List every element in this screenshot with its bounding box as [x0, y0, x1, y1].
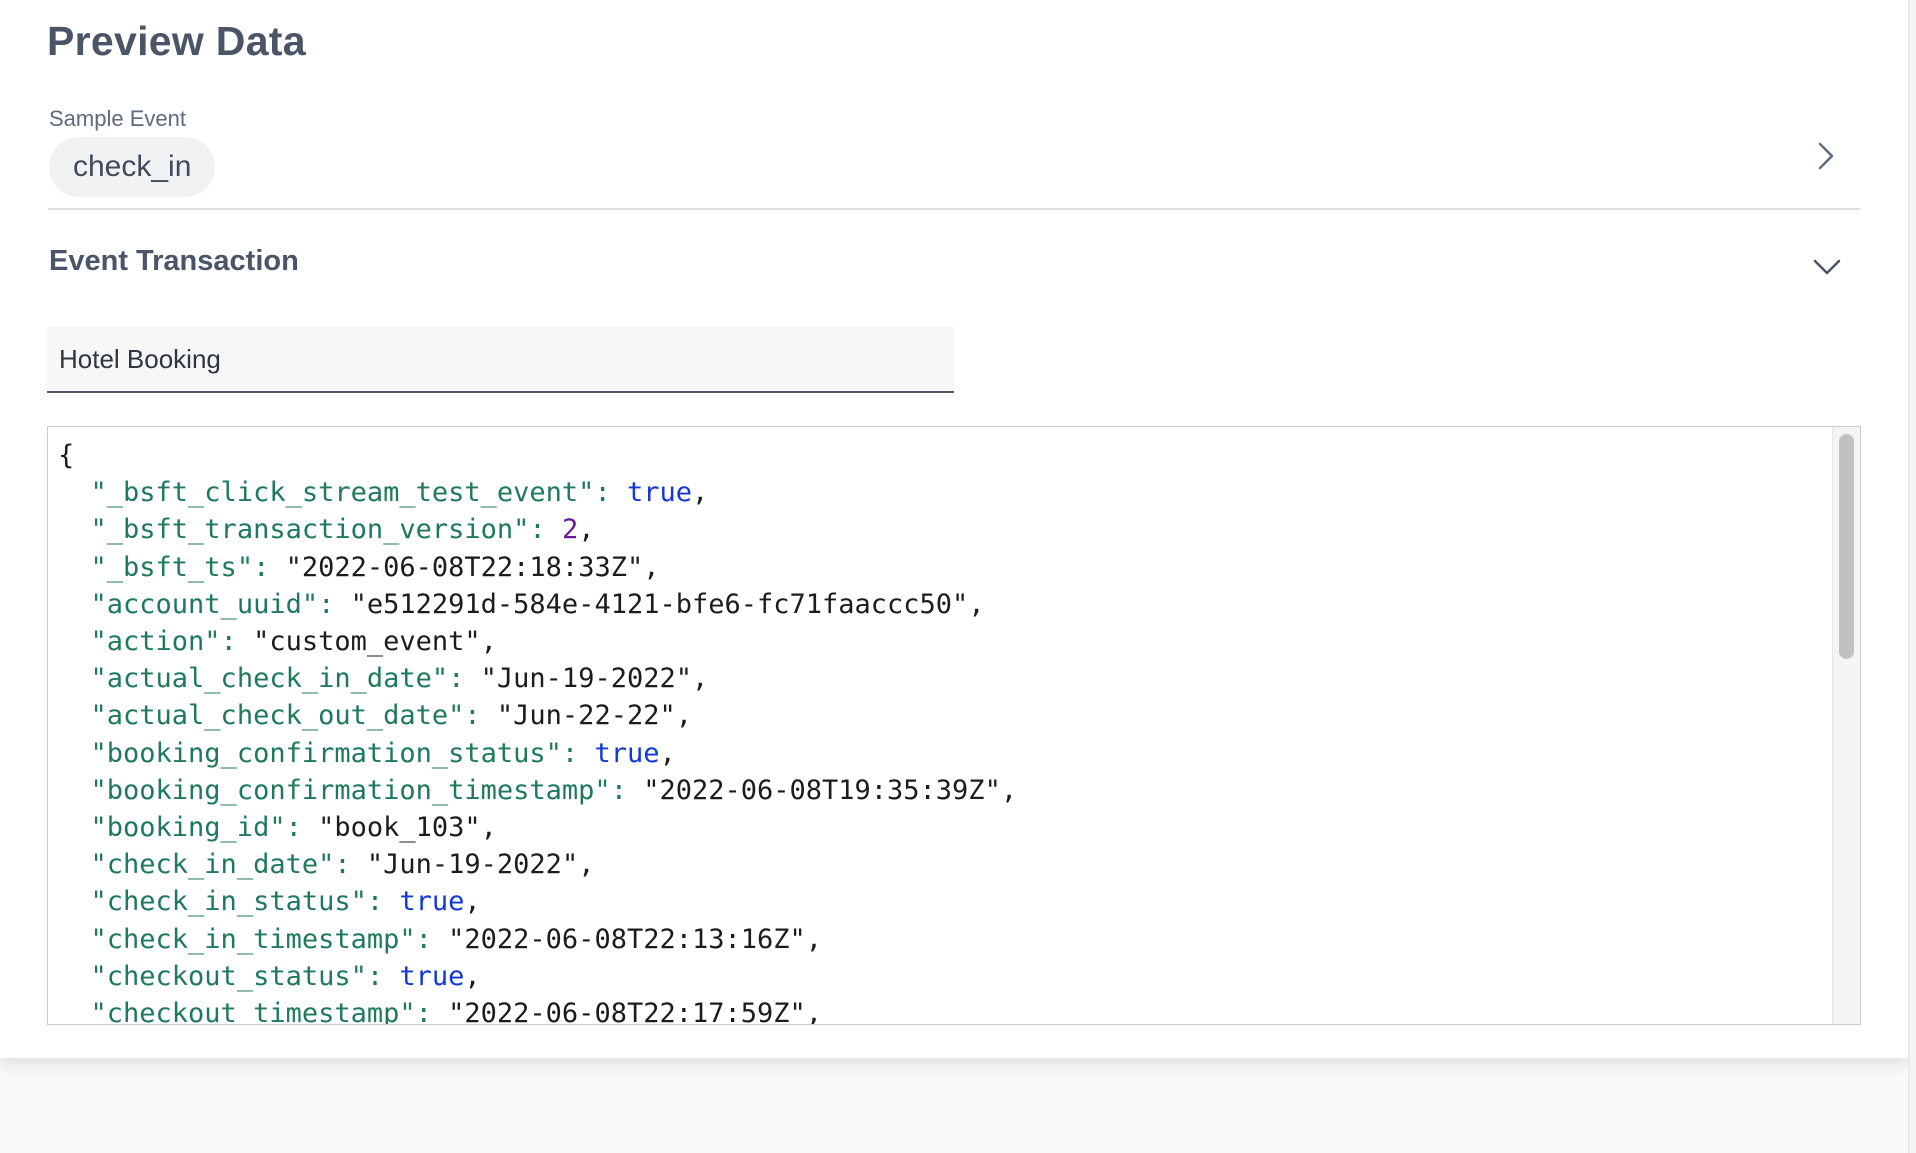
json-line: "_bsft_ts": "2022-06-08T22:18:33Z", — [90, 551, 660, 583]
json-preview-editor[interactable]: { "_bsft_click_stream_test_event": true,… — [47, 426, 1861, 1025]
chevron-right-icon[interactable] — [1814, 140, 1838, 172]
scrollbar[interactable] — [1832, 427, 1860, 1024]
json-value: true — [594, 737, 660, 769]
preview-panel: Preview Data Sample Event check_in Event… — [0, 0, 1908, 1058]
json-line: "checkout_status": true, — [90, 960, 481, 992]
json-value: "Jun-19-2022" — [366, 849, 579, 881]
json-value: 2 — [561, 514, 579, 546]
json-line: "check_in_status": true, — [90, 886, 481, 918]
chevron-down-icon[interactable] — [1812, 256, 1842, 278]
json-key: "booking_confirmation_status" — [90, 737, 562, 769]
json-key: "check_in_date" — [90, 849, 335, 881]
json-key: "_bsft_transaction_version" — [90, 514, 530, 546]
json-value: true — [399, 886, 465, 918]
transaction-name-input[interactable] — [47, 327, 954, 393]
json-value: true — [626, 477, 692, 509]
json-value: "custom_event" — [253, 626, 481, 658]
json-value: true — [399, 960, 465, 992]
json-key: "booking_id" — [90, 812, 286, 844]
json-key: "_bsft_ts" — [90, 551, 254, 583]
json-code: { "_bsft_click_stream_test_event": true,… — [58, 437, 1830, 1025]
json-key: "_bsft_click_stream_test_event" — [90, 477, 595, 509]
json-line: "_bsft_transaction_version": 2, — [90, 514, 595, 546]
json-open-brace: { — [58, 440, 75, 471]
json-key: "account_uuid" — [90, 588, 319, 620]
event-transaction-title[interactable]: Event Transaction — [49, 245, 299, 278]
json-line: "_bsft_click_stream_test_event": true, — [90, 477, 709, 509]
window-edge — [1908, 0, 1916, 1153]
json-key: "check_in_timestamp" — [90, 923, 416, 955]
json-line: "booking_confirmation_timestamp": "2022-… — [90, 774, 1018, 806]
json-key: "action" — [90, 626, 221, 658]
sample-event-label: Sample Event — [49, 106, 186, 131]
json-value: "2022-06-08T19:35:39Z" — [643, 774, 1001, 806]
json-value: "e512291d-584e-4121-bfe6-fc71faaccc50" — [350, 588, 969, 620]
json-key: "actual_check_out_date" — [90, 700, 465, 732]
sample-event-chip[interactable]: check_in — [49, 137, 216, 197]
json-line: "booking_confirmation_status": true, — [90, 737, 676, 769]
json-key: "checkout_timestamp" — [90, 998, 416, 1025]
json-key: "booking_confirmation_timestamp" — [90, 774, 611, 806]
json-line: "actual_check_in_date": "Jun-19-2022", — [90, 663, 709, 695]
json-line: "check_in_date": "Jun-19-2022", — [90, 849, 595, 881]
scrollbar-thumb[interactable] — [1839, 434, 1854, 659]
json-value: "book_103" — [318, 812, 481, 844]
section-divider — [48, 208, 1860, 210]
json-line: "actual_check_out_date": "Jun-22-22", — [90, 700, 692, 732]
json-key: "actual_check_in_date" — [90, 663, 449, 695]
json-line: "checkout_timestamp": "2022-06-08T22:17:… — [58, 998, 823, 1025]
json-value: "Jun-19-2022" — [480, 663, 692, 695]
json-value: "2022-06-08T22:18:33Z" — [285, 551, 644, 583]
json-value: "2022-06-08T22:17:59Z" — [448, 998, 806, 1025]
json-key: "check_in_status" — [90, 886, 367, 918]
json-value: "2022-06-08T22:13:16Z" — [448, 923, 806, 955]
json-line: "account_uuid": "e512291d-584e-4121-bfe6… — [90, 588, 985, 620]
json-line: "check_in_timestamp": "2022-06-08T22:13:… — [90, 923, 823, 955]
json-key: "checkout_status" — [90, 960, 367, 992]
json-line: "booking_id": "book_103", — [90, 812, 497, 844]
page-title: Preview Data — [47, 18, 306, 64]
json-line: "action": "custom_event", — [90, 626, 497, 658]
json-value: "Jun-22-22" — [496, 700, 676, 732]
